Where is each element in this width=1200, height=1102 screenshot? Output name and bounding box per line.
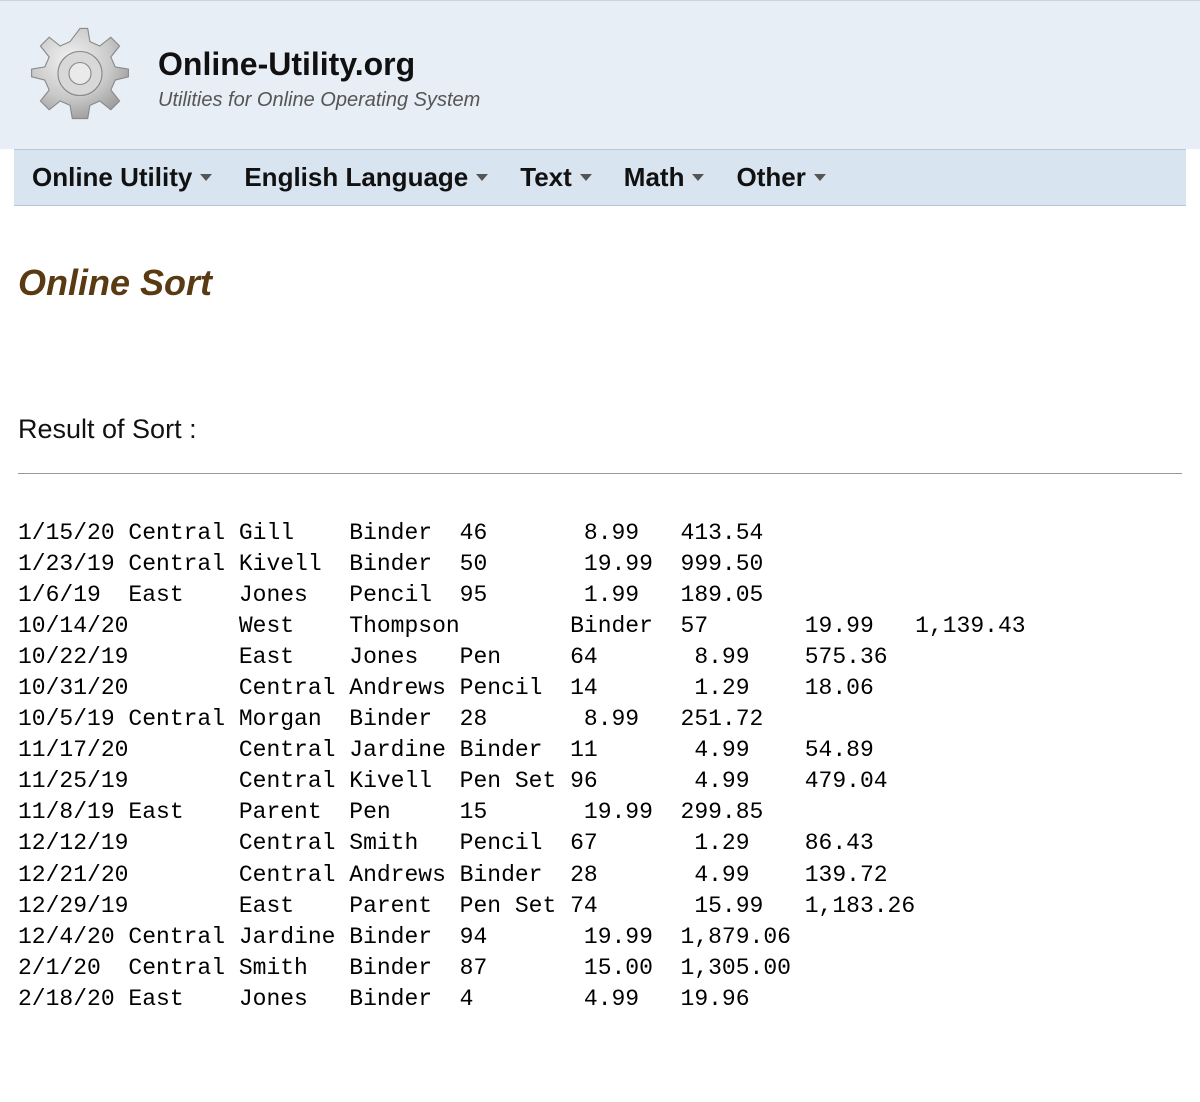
nav-label: Online Utility (32, 162, 192, 193)
chevron-down-icon (814, 174, 826, 181)
site-title: Online-Utility.org (158, 46, 480, 83)
page-title: Online Sort (18, 262, 1182, 304)
nav-label: Other (736, 162, 805, 193)
site-title-block: Online-Utility.org Utilities for Online … (158, 46, 480, 112)
sort-result-output: 1/15/20 Central Gill Binder 46 8.99 413.… (18, 518, 1182, 1015)
nav-other[interactable]: Other (736, 162, 825, 193)
chevron-down-icon (580, 174, 592, 181)
nav-english-language[interactable]: English Language (244, 162, 488, 193)
result-label: Result of Sort : (18, 414, 1182, 445)
chevron-down-icon (200, 174, 212, 181)
nav-text[interactable]: Text (520, 162, 592, 193)
nav-math[interactable]: Math (624, 162, 705, 193)
nav-label: English Language (244, 162, 468, 193)
chevron-down-icon (476, 174, 488, 181)
main-navbar: Online Utility English Language Text Mat… (14, 149, 1186, 206)
result-divider (18, 473, 1182, 474)
site-header: Online-Utility.org Utilities for Online … (0, 0, 1200, 149)
nav-label: Math (624, 162, 685, 193)
chevron-down-icon (692, 174, 704, 181)
nav-label: Text (520, 162, 572, 193)
gear-icon (20, 19, 140, 139)
main-content: Online Sort Result of Sort : 1/15/20 Cen… (0, 206, 1200, 1015)
site-subtitle: Utilities for Online Operating System (158, 89, 480, 112)
nav-online-utility[interactable]: Online Utility (32, 162, 212, 193)
